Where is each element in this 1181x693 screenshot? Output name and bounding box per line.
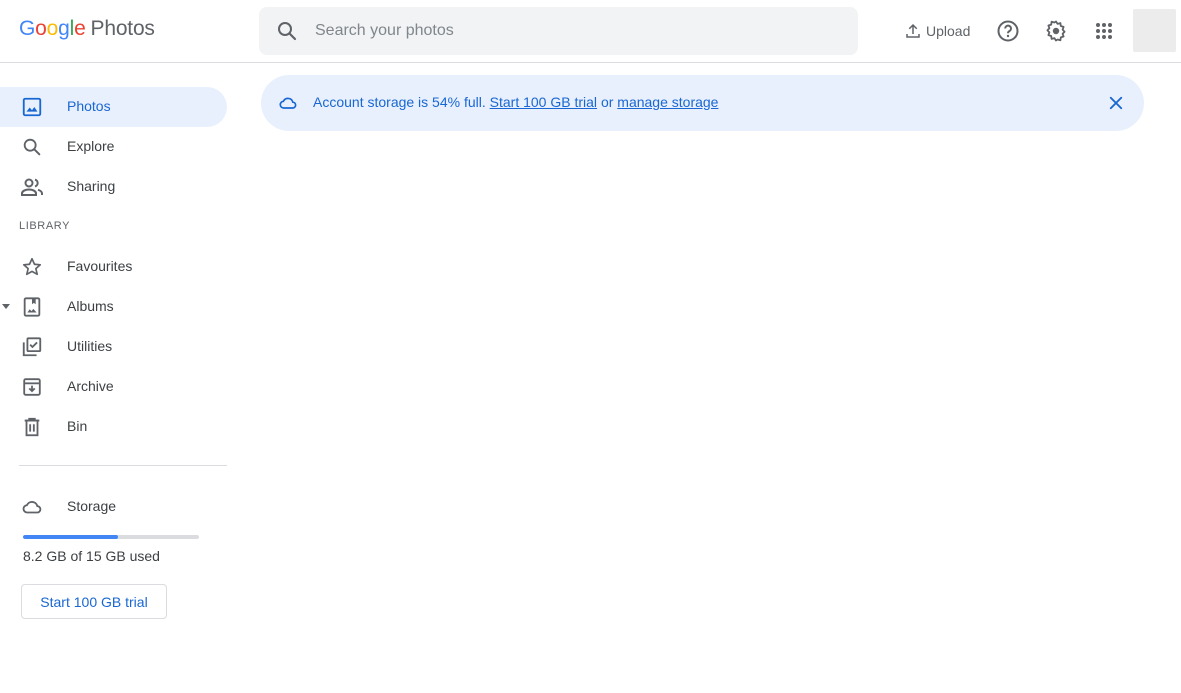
utilities-icon <box>20 335 44 359</box>
help-button[interactable] <box>992 15 1024 47</box>
cloud-icon <box>20 495 44 519</box>
search-icon[interactable] <box>275 19 299 43</box>
google-photos-logo[interactable]: Google Photos <box>19 17 155 41</box>
manage-storage-link[interactable]: manage storage <box>617 94 718 110</box>
settings-icon <box>1046 20 1066 42</box>
trash-icon <box>20 415 44 439</box>
sidebar-divider <box>19 465 227 466</box>
close-icon <box>1109 96 1123 110</box>
sidebar-item-label: Photos <box>67 98 111 114</box>
search-bar <box>259 7 858 55</box>
sidebar-item-photos[interactable]: Photos <box>0 87 227 127</box>
upload-label: Upload <box>926 23 971 39</box>
sidebar-item-favourites[interactable]: Favourites <box>0 247 227 287</box>
account-avatar[interactable] <box>1133 9 1176 52</box>
sidebar-item-label: Explore <box>67 138 115 154</box>
sidebar-item-archive[interactable]: Archive <box>0 367 227 407</box>
logo-letter: g <box>58 17 70 40</box>
close-banner-button[interactable] <box>1104 91 1128 115</box>
sidebar-item-albums[interactable]: Albums <box>0 287 227 327</box>
upload-icon <box>906 23 920 38</box>
search-input[interactable] <box>315 7 835 55</box>
logo-letter: e <box>74 17 86 40</box>
sidebar-item-label: Bin <box>67 418 88 434</box>
logo-letter: o <box>35 17 47 40</box>
help-icon <box>997 20 1019 42</box>
sidebar-item-explore[interactable]: Explore <box>0 127 227 167</box>
top-bar: GooglePhotos Upload <box>0 0 1181 63</box>
banner-text-or: or <box>600 94 614 110</box>
upload-button[interactable]: Upload <box>900 14 974 48</box>
sidebar-item-label: Favourites <box>67 258 133 274</box>
star-icon <box>20 255 44 279</box>
apps-button[interactable] <box>1088 15 1120 47</box>
banner-message: Account storage is 54% full. Start 100 G… <box>313 94 718 110</box>
sidebar-item-storage[interactable]: Storage <box>0 487 227 527</box>
sidebar-item-label: Utilities <box>67 338 113 354</box>
banner-text: Account storage is 54% full. <box>313 94 486 110</box>
sidebar-item-bin[interactable]: Bin <box>0 407 227 447</box>
sidebar-item-label: Albums <box>67 298 114 314</box>
sidebar-item-utilities[interactable]: Utilities <box>0 327 227 367</box>
sidebar-item-label: Sharing <box>67 178 116 194</box>
storage-progress-bar <box>23 535 199 539</box>
album-icon <box>20 295 44 319</box>
search-icon <box>20 135 44 159</box>
photo-icon <box>20 95 44 119</box>
storage-banner: Account storage is 54% full. Start 100 G… <box>261 75 1144 131</box>
sidebar-item-label: Storage <box>67 498 117 514</box>
storage-progress-fill <box>23 535 119 539</box>
storage-used-text: 8.2 GB of 15 GB used <box>23 548 160 564</box>
logo-letter: o <box>46 17 59 40</box>
logo-product-name: Photos <box>90 17 155 40</box>
archive-icon <box>20 375 44 399</box>
sidebar-item-sharing[interactable]: Sharing <box>0 167 227 207</box>
people-icon <box>20 175 44 199</box>
cloud-icon <box>278 93 298 118</box>
logo-letter: G <box>19 17 36 40</box>
settings-button[interactable] <box>1040 15 1072 47</box>
start-trial-button[interactable]: Start 100 GB trial <box>21 584 167 619</box>
expand-albums-icon[interactable] <box>2 304 10 309</box>
start-trial-link[interactable]: Start 100 GB trial <box>490 94 597 110</box>
apps-grid-icon <box>1096 23 1112 39</box>
sidebar-item-label: Archive <box>67 378 114 394</box>
library-section-label: LIBRARY <box>19 220 71 232</box>
